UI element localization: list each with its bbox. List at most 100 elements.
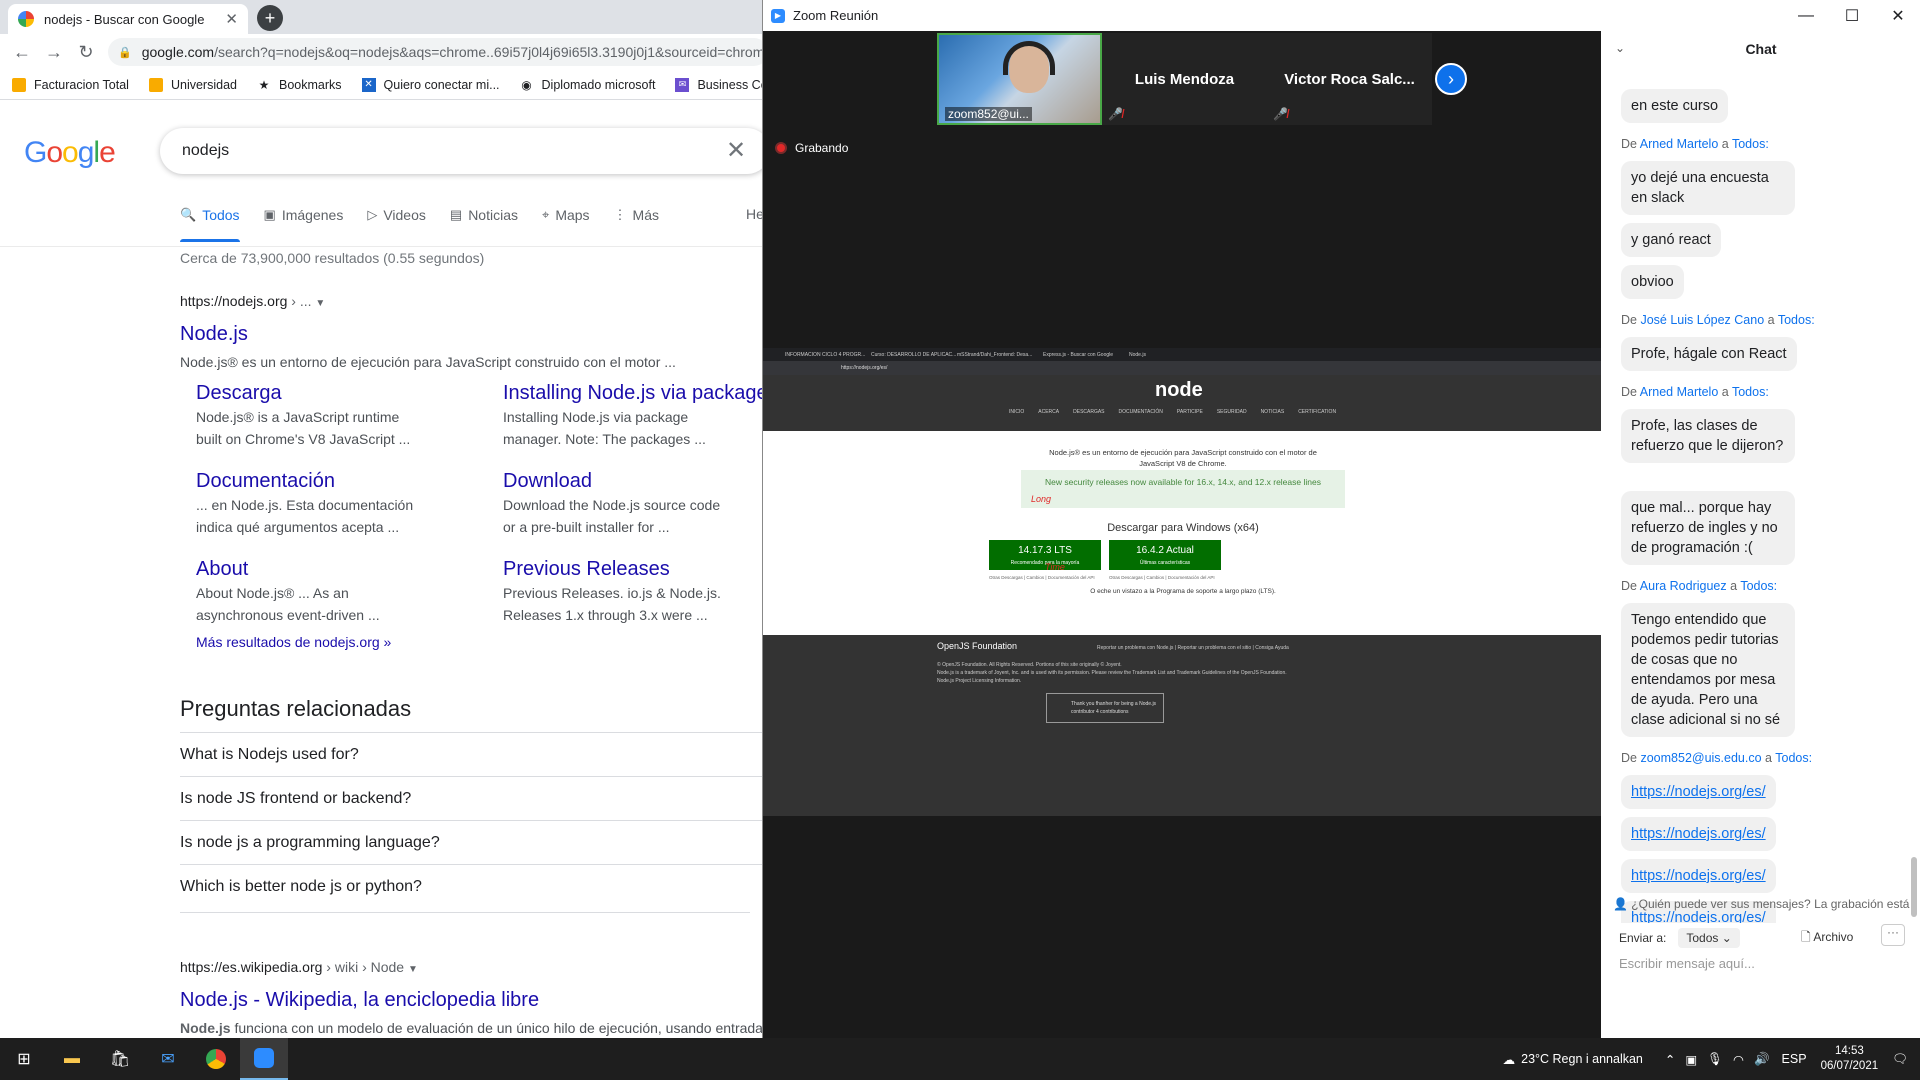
store-icon[interactable]: 🛍 [96,1038,144,1080]
minimize-icon[interactable]: — [1783,0,1829,31]
chat-link-message[interactable]: https://nodejs.org/es/ [1621,817,1776,851]
sitelink-snippet: Previous Releases. io.js & Node.js. [503,585,721,601]
address-bar[interactable]: 🔒 google.com/search?q=nodejs&oq=nodejs&a… [108,38,762,66]
chat-input[interactable]: Escribir mensaje aquí... [1619,956,1755,971]
back-arrow-icon[interactable]: ← [8,38,36,66]
weather-icon[interactable]: ☁ [1503,1052,1516,1067]
camera-icon[interactable]: ▣ [1685,1052,1697,1067]
close-tab-icon[interactable]: ✕ [225,10,238,28]
sitelink-title[interactable]: Download [503,468,743,494]
participant-tile[interactable]: Victor Roca Salc... 🎤̸ [1267,33,1432,125]
recipient-name[interactable]: Todos: [1732,385,1769,399]
bookmark-item[interactable]: Facturacion Total [12,77,129,92]
chevron-up-icon[interactable]: ⌃ [1665,1052,1675,1067]
result-title[interactable]: Node.js [180,321,676,347]
sender-name[interactable]: Aura Rodriguez [1640,579,1727,593]
chat-link-message[interactable]: https://nodejs.org/es/ [1621,859,1776,893]
recipient-name[interactable]: Todos: [1778,313,1815,327]
weather-text[interactable]: 23°C Regn i annalkan [1521,1052,1643,1066]
google-logo[interactable]: Google [24,136,116,170]
tab-herramientas[interactable]: He [746,206,762,222]
more-options-button[interactable]: ··· [1881,924,1905,946]
sender-name[interactable]: Arned Martelo [1640,137,1719,151]
send-to-dropdown[interactable]: Todos ⌄ [1678,928,1740,948]
result-title[interactable]: Node.js - Wikipedia, la enciclopedia lib… [180,987,762,1013]
file-button[interactable]: 🗋 Archivo [1801,928,1853,949]
recipient-name[interactable]: Todos: [1775,751,1812,765]
sitelink-title[interactable]: About [196,556,436,582]
nav-item: PARTICIPE [1176,409,1203,415]
mic-icon[interactable]: 🎙 [1707,1052,1723,1067]
windows-start-icon[interactable]: ⊞ [0,1038,48,1080]
next-participants-button[interactable]: › [1435,63,1467,95]
sender-name[interactable]: José Luis López Cano [1640,313,1764,327]
sitelink-title[interactable]: Documentación [196,468,436,494]
related-question[interactable]: Is node JS frontend or backend? [180,776,762,820]
sender-name[interactable]: Arned Martelo [1640,385,1719,399]
sitelink-title[interactable]: Installing Node.js via package [503,380,762,406]
shared-tab: Express.js - Buscar con Google [1043,351,1114,358]
button-label: 16.4.2 Actual [1136,545,1194,556]
chat-link[interactable]: https://nodejs.org/es/ [1631,784,1766,800]
sender-name[interactable]: zoom852@uis.edu.co [1640,751,1761,765]
file-icon: 🗋 [1801,930,1811,944]
bookmark-item[interactable]: ✉ Business Centre [675,77,762,92]
tab-todos[interactable]: 🔍 Todos [180,200,240,242]
tab-imagenes[interactable]: ▣ Imágenes [264,200,344,230]
chat-messages[interactable]: en este curso De Arned Martelo a Todos: yo… [1601,63,1911,923]
chat-link-message[interactable]: https://nodejs.org/es/ [1621,775,1776,809]
related-question[interactable]: Which is better node js or python? [180,864,762,908]
bookmark-item[interactable]: ◉ Diplomado microsoft [520,78,655,92]
clear-icon[interactable]: ✕ [726,136,746,165]
caret-down-icon[interactable]: ▼ [408,964,418,975]
chevron-down-icon[interactable]: ⌄ [1615,41,1625,55]
search-input[interactable]: nodejs ✕ [160,128,762,174]
related-question[interactable]: What is Nodejs used for? [180,732,762,776]
participant-tile[interactable]: Luis Mendoza 🎤̸ [1102,33,1267,125]
nodejs-intro: Node.js® es un entorno de ejecución para… [1049,448,1317,468]
recording-label: Grabando [795,141,849,155]
sitelink-title[interactable]: Previous Releases [503,556,743,582]
notification-icon[interactable]: 🗨 [1892,1052,1908,1067]
more-results-link[interactable]: Más resultados de nodejs.org » [196,634,391,650]
tab-maps[interactable]: ⌖ Maps [542,200,590,230]
language-indicator[interactable]: ESP [1782,1052,1807,1066]
result-cite[interactable]: https://es.wikipedia.org › wiki › Node ▼ [180,956,762,981]
new-tab-button[interactable]: + [256,4,284,32]
wifi-icon[interactable]: ◠ [1733,1052,1744,1067]
clock[interactable]: 14:53 06/07/2021 [1821,1044,1879,1074]
reload-icon[interactable]: ↻ [72,38,100,66]
bookmark-item[interactable]: ✕ Quiero conectar mi... [361,77,500,92]
recipient-name[interactable]: Todos: [1740,579,1777,593]
sitelink-snippet: asynchronous event-driven ... [196,607,380,623]
file-explorer-icon[interactable]: ▬ [48,1038,96,1080]
nodejs-footer: OpenJS Foundation Reportar un problema c… [763,635,1601,816]
tab-videos[interactable]: ▷ Videos [367,200,426,230]
forward-arrow-icon[interactable]: → [40,38,68,66]
result-cite[interactable]: https://nodejs.org › ... ▼ [180,290,676,315]
cite-url: https://es.wikipedia.org [180,959,323,975]
sitelink-title[interactable]: Descarga [196,380,436,406]
participant-video-tile[interactable]: zoom852@ui... [937,33,1102,125]
participant-name: zoom852@ui... [945,107,1032,121]
play-icon: ▷ [367,207,378,222]
related-question[interactable]: Is node js a programming language? [180,820,762,864]
caret-down-icon[interactable]: ▼ [315,298,325,309]
sitelink-snippet: Node.js® is a JavaScript runtime [196,409,400,425]
recipient-name[interactable]: Todos: [1732,137,1769,151]
chat-link[interactable]: https://nodejs.org/es/ [1631,868,1766,884]
tab-noticias[interactable]: ▤ Noticias [450,200,518,230]
close-window-icon[interactable]: ✕ [1875,0,1920,31]
chrome-icon[interactable] [192,1038,240,1080]
chat-link[interactable]: https://nodejs.org/es/ [1631,826,1766,842]
tab-mas[interactable]: ⋮ Más [614,200,659,230]
zoom-taskbar-icon[interactable] [240,1038,288,1080]
tab-google-search[interactable]: nodejs - Buscar con Google ✕ [8,4,248,34]
bookmark-item[interactable]: Universidad [148,77,237,92]
chat-link[interactable]: https://nodejs.org/es/ [1631,910,1766,923]
mail-icon[interactable]: ✉ [144,1038,192,1080]
maximize-icon[interactable]: ☐ [1829,0,1875,31]
volume-icon[interactable]: 🔊 [1754,1052,1770,1067]
recording-indicator[interactable]: Grabando [775,141,848,155]
bookmark-item[interactable]: ★ Bookmarks [257,78,342,92]
